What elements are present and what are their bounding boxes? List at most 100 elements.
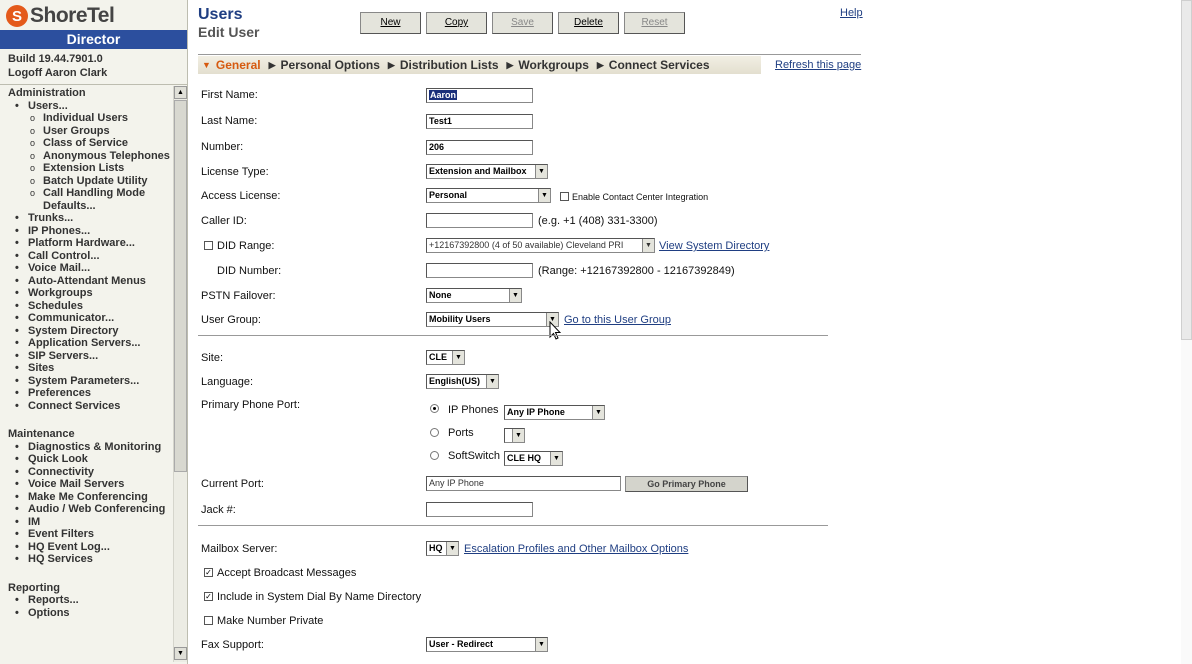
nav-item-users[interactable]: Users...	[0, 100, 172, 113]
ip-phones-value: Any IP Phone	[507, 407, 565, 417]
nav-item-call-handling-defaults[interactable]: Call Handling Mode Defaults...	[0, 187, 172, 212]
nav-section-maintenance[interactable]: Maintenance	[0, 428, 172, 441]
number-input[interactable]: 206	[426, 140, 533, 155]
fax-support-label: Fax Support:	[201, 639, 264, 651]
go-primary-phone-button[interactable]: Go Primary Phone	[625, 476, 748, 492]
softswitch-select[interactable]: CLE HQ ▼	[504, 451, 563, 466]
nav-item-ip-phones[interactable]: IP Phones...	[0, 225, 172, 238]
license-type-select[interactable]: Extension and Mailbox ▼	[426, 164, 548, 179]
nav-item-individual-users[interactable]: Individual Users	[0, 112, 172, 125]
reset-button[interactable]: Reset	[624, 12, 685, 34]
fax-support-select[interactable]: User - Redirect ▼	[426, 637, 548, 652]
user-group-select[interactable]: Mobility Users ▼	[426, 312, 559, 327]
current-port-input: Any IP Phone	[426, 476, 621, 491]
tab-distribution-lists[interactable]: ▶ Distribution Lists	[384, 58, 503, 72]
ports-select[interactable]: ▼	[504, 428, 525, 443]
nav-item-extension-lists[interactable]: Extension Lists	[0, 162, 172, 175]
chevron-down-icon: ▼	[550, 452, 562, 465]
user-group-value: Mobility Users	[429, 314, 491, 324]
nav-item-platform-hardware[interactable]: Platform Hardware...	[0, 237, 172, 250]
softswitch-radio[interactable]	[430, 451, 439, 460]
nav-item-audio-web-conferencing[interactable]: Audio / Web Conferencing	[0, 503, 172, 516]
scroll-down-icon[interactable]: ▼	[174, 647, 187, 660]
copy-button[interactable]: Copy	[426, 12, 487, 34]
chevron-down-icon: ▼	[642, 239, 654, 252]
access-license-select[interactable]: Personal ▼	[426, 188, 551, 203]
nav-item-voice-mail-servers[interactable]: Voice Mail Servers	[0, 478, 172, 491]
save-button[interactable]: Save	[492, 12, 553, 34]
tab-connect-services[interactable]: ▶ Connect Services	[593, 58, 714, 72]
sidebar-scroll-thumb[interactable]	[174, 100, 187, 472]
last-name-label: Last Name:	[201, 115, 258, 127]
ip-phones-radio[interactable]	[430, 404, 439, 413]
accept-broadcast-checkbox[interactable]: ✓	[204, 568, 213, 577]
tab-personal-options[interactable]: ▶ Personal Options	[265, 58, 384, 72]
nav-item-im[interactable]: IM	[0, 516, 172, 529]
last-name-input[interactable]: Test1	[426, 114, 533, 129]
nav-item-voice-mail[interactable]: Voice Mail...	[0, 262, 172, 275]
escalation-profiles-link[interactable]: Escalation Profiles and Other Mailbox Op…	[464, 543, 688, 555]
pstn-failover-select[interactable]: None ▼	[426, 288, 522, 303]
chevron-down-icon: ▼	[446, 542, 458, 555]
nav-item-quick-look[interactable]: Quick Look	[0, 453, 172, 466]
first-name-input[interactable]: Aaron	[426, 88, 533, 103]
contact-center-checkbox[interactable]	[560, 192, 569, 201]
nav-item-sip-servers[interactable]: SIP Servers...	[0, 350, 172, 363]
view-system-directory-link[interactable]: View System Directory	[659, 240, 769, 252]
language-select[interactable]: English(US) ▼	[426, 374, 499, 389]
nav-item-batch-update[interactable]: Batch Update Utility	[0, 175, 172, 188]
nav-item-system-parameters[interactable]: System Parameters...	[0, 375, 172, 388]
nav-item-schedules[interactable]: Schedules	[0, 300, 172, 313]
go-to-user-group-link[interactable]: Go to this User Group	[564, 314, 671, 326]
did-number-input[interactable]	[426, 263, 533, 278]
nav-item-diagnostics[interactable]: Diagnostics & Monitoring	[0, 441, 172, 454]
nav-item-connect-services[interactable]: Connect Services	[0, 400, 172, 413]
nav-item-connectivity[interactable]: Connectivity	[0, 466, 172, 479]
main-scrollbar[interactable]	[1181, 0, 1192, 664]
nav-item-make-me-conferencing[interactable]: Make Me Conferencing	[0, 491, 172, 504]
tab-general[interactable]: ▼ General	[198, 58, 265, 72]
refresh-page-link[interactable]: Refresh this page	[775, 59, 861, 71]
nav-item-hq-event-log[interactable]: HQ Event Log...	[0, 541, 172, 554]
nav-item-sites[interactable]: Sites	[0, 362, 172, 375]
nav-item-reports[interactable]: Reports...	[0, 594, 172, 607]
nav-item-event-filters[interactable]: Event Filters	[0, 528, 172, 541]
delete-button[interactable]: Delete	[558, 12, 619, 34]
nav-item-user-groups[interactable]: User Groups	[0, 125, 172, 138]
sidebar-divider	[0, 84, 187, 85]
nav-item-trunks[interactable]: Trunks...	[0, 212, 172, 225]
main-scroll-thumb[interactable]	[1181, 0, 1192, 340]
nav-item-preferences[interactable]: Preferences	[0, 387, 172, 400]
nav-item-application-servers[interactable]: Application Servers...	[0, 337, 172, 350]
nav-item-class-of-service[interactable]: Class of Service	[0, 137, 172, 150]
nav-item-workgroups[interactable]: Workgroups	[0, 287, 172, 300]
tab-workgroups[interactable]: ▶ Workgroups	[503, 58, 593, 72]
mailbox-server-select[interactable]: HQ ▼	[426, 541, 459, 556]
scroll-up-icon[interactable]: ▲	[174, 86, 187, 99]
nav-item-call-control[interactable]: Call Control...	[0, 250, 172, 263]
contact-center-label: Enable Contact Center Integration	[572, 192, 709, 202]
help-link[interactable]: Help	[840, 7, 863, 19]
jack-input[interactable]	[426, 502, 533, 517]
nav-item-anonymous-telephones[interactable]: Anonymous Telephones	[0, 150, 172, 163]
nav-section-reporting[interactable]: Reporting	[0, 582, 172, 595]
nav-item-communicator[interactable]: Communicator...	[0, 312, 172, 325]
dial-by-name-checkbox[interactable]: ✓	[204, 592, 213, 601]
nav-item-auto-attendant[interactable]: Auto-Attendant Menus	[0, 275, 172, 288]
make-private-checkbox[interactable]	[204, 616, 213, 625]
pstn-failover-label: PSTN Failover:	[201, 290, 276, 302]
ports-radio[interactable]	[430, 428, 439, 437]
ip-phones-select[interactable]: Any IP Phone ▼	[504, 405, 605, 420]
logoff-link[interactable]: Logoff Aaron Clark	[8, 67, 107, 79]
site-select[interactable]: CLE ▼	[426, 350, 465, 365]
nav-item-options[interactable]: Options	[0, 607, 172, 620]
did-range-select[interactable]: +12167392800 (4 of 50 available) Clevela…	[426, 238, 655, 253]
new-button[interactable]: New	[360, 12, 421, 34]
sidebar-scrollbar[interactable]: ▲ ▼	[173, 86, 187, 662]
nav-item-system-directory[interactable]: System Directory	[0, 325, 172, 338]
caller-id-input[interactable]	[426, 213, 533, 228]
nav-section-administration[interactable]: Administration	[0, 87, 172, 100]
nav-item-hq-services[interactable]: HQ Services	[0, 553, 172, 566]
chevron-down-icon: ▼	[509, 289, 521, 302]
did-range-checkbox[interactable]	[204, 241, 213, 250]
